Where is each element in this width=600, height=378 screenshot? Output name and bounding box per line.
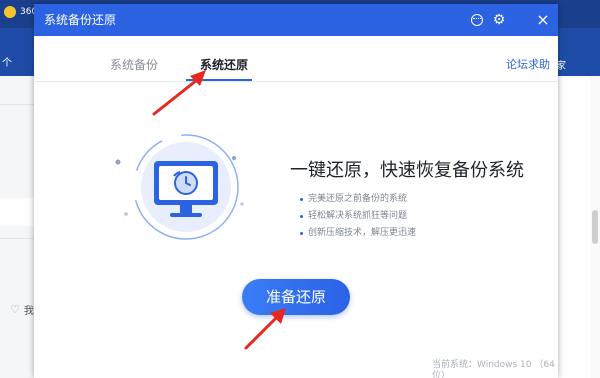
feature-text: 轻松解决系统抓狂等问题 xyxy=(308,211,408,221)
background-divider xyxy=(0,104,34,105)
background-nav-item-partial[interactable]: 个 xyxy=(2,54,12,69)
feature-text: 创新压缩技术，解压更迅速 xyxy=(308,228,417,238)
annotation-arrow-tab xyxy=(152,70,206,116)
monitor-neck xyxy=(180,205,192,213)
bullet-icon xyxy=(300,198,303,201)
arrow-shaft xyxy=(152,74,204,116)
background-card xyxy=(0,198,34,226)
forum-help-link[interactable]: 论坛求助 xyxy=(506,56,550,72)
tab-bar: 系统备份 系统还原 论坛求助 xyxy=(34,36,558,82)
dialog-titlebar[interactable]: 系统备份还原 ⚙ × xyxy=(34,4,558,36)
bullet-icon xyxy=(300,215,303,218)
background-divider xyxy=(0,238,34,239)
feature-item: 创新压缩技术，解压更迅速 xyxy=(300,228,417,239)
arrow-shaft xyxy=(244,312,282,350)
annotation-arrow-button xyxy=(244,308,286,350)
feedback-icon-dots xyxy=(473,18,481,20)
background-right-panel xyxy=(558,76,590,378)
app-logo-icon xyxy=(4,6,16,18)
restore-illustration xyxy=(115,134,244,240)
backup-restore-dialog: 系统备份还原 ⚙ × 系统备份 系统还原 论坛求助 一键还原，快速恢复备份系统 … xyxy=(34,4,558,378)
current-os-info: 当前系统：Windows 10 （64位） xyxy=(432,360,555,378)
close-icon[interactable]: × xyxy=(534,11,552,29)
feature-item: 完美还原之前备份的系统 xyxy=(300,194,408,205)
background-scrollbar-thumb[interactable] xyxy=(592,210,598,244)
feature-text: 完美还原之前备份的系统 xyxy=(308,194,408,204)
illustration-dot xyxy=(232,156,236,160)
background-like-text: 我 xyxy=(23,306,34,317)
illustration-dot xyxy=(115,159,121,165)
dialog-title: 系统备份还原 xyxy=(44,13,117,27)
bullet-icon xyxy=(300,232,303,235)
illustration-dot xyxy=(240,202,244,206)
background-app-brand: 360 xyxy=(4,6,37,18)
gear-icon[interactable]: ⚙ xyxy=(490,11,508,29)
feature-item: 轻松解决系统抓狂等问题 xyxy=(300,211,408,222)
feedback-icon[interactable] xyxy=(468,11,486,29)
monitor-base xyxy=(170,213,202,217)
illustration-dot xyxy=(124,212,128,216)
hero-title: 一键还原，快速恢复备份系统 xyxy=(290,160,524,181)
heart-icon[interactable]: ♡ xyxy=(10,303,20,316)
feedback-icon-ring xyxy=(471,14,483,26)
background-like-row[interactable]: ♡ 我 xyxy=(10,302,34,317)
